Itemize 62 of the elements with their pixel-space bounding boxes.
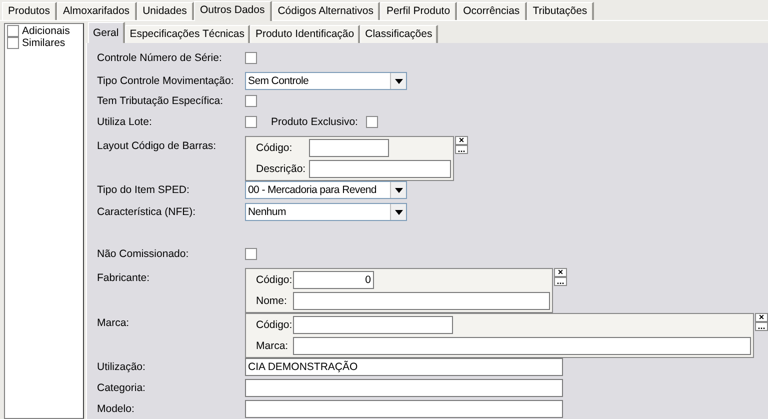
input-field[interactable]: [292, 292, 550, 310]
tab[interactable]: Especificações Técnicas: [124, 25, 250, 43]
field-label: Código:: [256, 319, 293, 331]
field-label: Código:: [256, 142, 294, 154]
tab[interactable]: Classificações: [360, 25, 438, 43]
input-field[interactable]: 0: [293, 271, 374, 289]
tab[interactable]: Unidades: [136, 2, 194, 20]
field-label: Tem Tributação Específica:: [97, 94, 224, 108]
field-label: Nome:: [256, 295, 288, 307]
tab[interactable]: Geral: [88, 22, 125, 43]
dropdown-arrow-icon: [394, 78, 402, 84]
field-label: Categoria:: [97, 381, 146, 396]
field-label: Código:: [256, 274, 293, 286]
tab[interactable]: Produtos: [2, 2, 58, 20]
browse-button[interactable]: ...: [755, 322, 768, 331]
checkbox[interactable]: [7, 37, 19, 49]
checkbox[interactable]: [245, 116, 257, 128]
field-label: Layout Código de Barras:: [97, 139, 218, 154]
input-field[interactable]: [309, 139, 389, 157]
field-label: Descrição:: [256, 163, 307, 175]
field-label: Marca:: [97, 316, 130, 331]
field-label: Não Comissionado:: [97, 247, 190, 261]
field-label: Marca:: [256, 340, 290, 352]
tab[interactable]: Outros Dados: [194, 1, 272, 21]
checkbox[interactable]: [7, 25, 19, 37]
dropdown[interactable]: Nenhum: [245, 203, 407, 221]
tab[interactable]: Almoxarifados: [57, 2, 137, 20]
clear-button[interactable]: ×: [554, 268, 567, 277]
input-field[interactable]: [292, 337, 751, 355]
dropdown-arrow-icon: [394, 210, 402, 214]
dropdown[interactable]: Sem Controle: [245, 72, 407, 90]
browse-button[interactable]: ...: [554, 277, 567, 286]
tab[interactable]: Ocorrências: [457, 2, 527, 20]
tab[interactable]: Tributações: [526, 2, 594, 20]
field-label: Fabricante:: [97, 271, 151, 286]
tab[interactable]: Perfil Produto: [380, 2, 458, 20]
field-label: Controle Número de Série:: [97, 51, 223, 65]
checkbox[interactable]: [245, 52, 257, 64]
field-label: Tipo do Item SPED:: [97, 183, 190, 198]
input-field[interactable]: [245, 400, 563, 418]
field-label: Utiliza Lote:: [97, 115, 153, 129]
checkbox[interactable]: [366, 116, 378, 128]
field-label: Tipo Controle Movimentação:: [97, 74, 235, 89]
tab[interactable]: Produto Identificação: [250, 25, 360, 43]
field-label: Característica (NFE):: [97, 205, 197, 220]
clear-button[interactable]: ×: [755, 313, 768, 322]
field-label: Produto Exclusivo:: [271, 115, 358, 129]
clear-button[interactable]: ×: [455, 136, 468, 145]
input-field[interactable]: [293, 316, 453, 334]
checkbox[interactable]: [245, 248, 257, 260]
dropdown-arrow-icon: [394, 188, 402, 192]
list-item[interactable]: Adicionais: [22, 25, 70, 37]
dropdown[interactable]: 00 - Mercadoria para Revend: [245, 181, 407, 199]
field-label: Modelo:: [97, 402, 136, 417]
input-field[interactable]: [309, 160, 451, 178]
list-item[interactable]: Similares: [22, 37, 66, 49]
input-field[interactable]: [245, 379, 563, 397]
browse-button[interactable]: ...: [455, 145, 468, 154]
field-label: Utilização:: [97, 360, 146, 375]
checkbox[interactable]: [245, 95, 257, 107]
input-field[interactable]: CIA DEMONSTRAÇÃO: [245, 358, 563, 376]
tab[interactable]: Códigos Alternativos: [272, 2, 380, 20]
